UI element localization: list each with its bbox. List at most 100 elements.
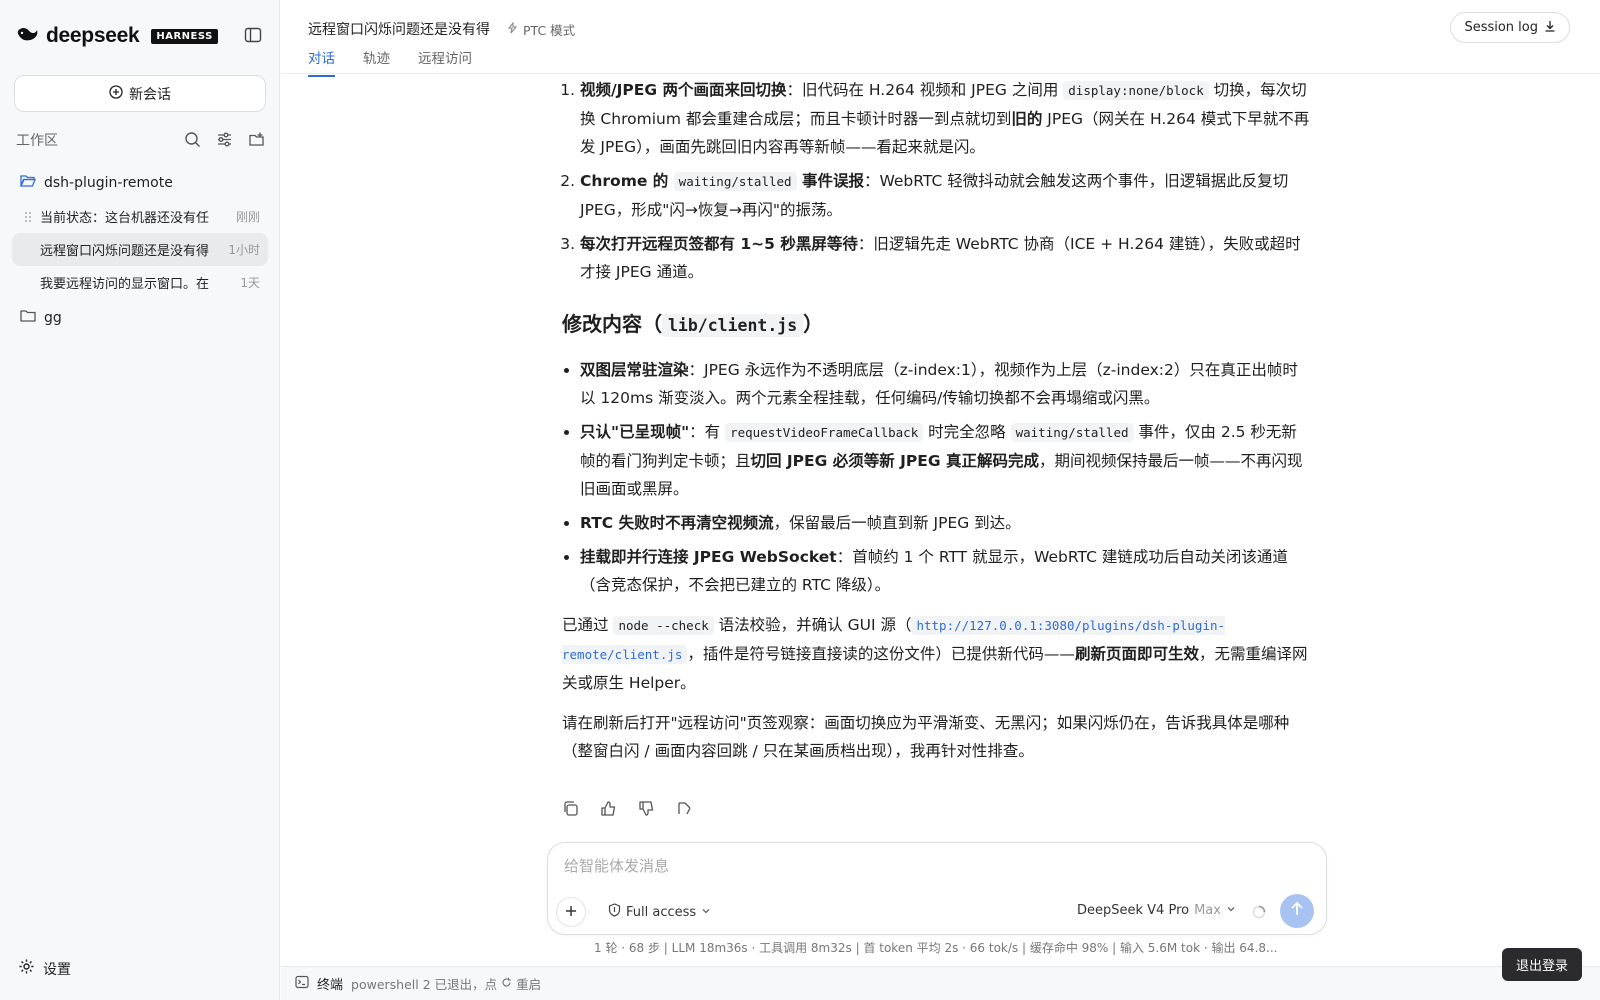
brand-logo[interactable]: deepseek HARNESS: [16, 24, 218, 48]
paragraph: 请在刷新后打开"远程访问"页签观察：画面切换应为平滑渐变、无黑闪；如果闪烁仍在，…: [562, 714, 1290, 760]
terminal-bar: 终端 powershell 2 已退出，点 重启: [281, 966, 1600, 1000]
logout-button[interactable]: 退出登录: [1502, 948, 1583, 981]
terminal-icon[interactable]: [295, 975, 309, 993]
heading-text: ）: [803, 312, 824, 336]
item-bold: 切回 JPEG 必须等新 JPEG 真正解码完成: [750, 452, 1039, 470]
ptc-mode-indicator: PTC 模式: [507, 20, 575, 39]
item-bold: 视频/JPEG 两个画面来回切换: [580, 81, 787, 99]
thumbs-up-icon[interactable]: [600, 800, 618, 818]
inline-code: waiting/stalled: [1010, 423, 1134, 442]
folder-gg[interactable]: gg: [12, 301, 268, 335]
session-log-label: Session log: [1464, 20, 1538, 35]
access-level-dropdown[interactable]: Full access: [608, 903, 711, 921]
chevron-down-icon: [1226, 903, 1236, 918]
item-bold: 只认"已呈现帧": [580, 423, 690, 441]
new-chat-label: 新会话: [129, 86, 171, 103]
terminal-status: powershell 2 已退出，点 重启: [351, 974, 541, 993]
chat-item-active[interactable]: 远程窗口闪烁问题还是没有得 1小时: [12, 233, 268, 266]
shield-icon: [608, 903, 621, 921]
model-selector[interactable]: DeepSeek V4 Pro Max: [1077, 903, 1236, 918]
terminal-label[interactable]: 终端: [317, 974, 343, 993]
copy-icon[interactable]: [562, 800, 580, 818]
chat-title: 远程窗口闪烁问题还是没有得: [40, 244, 210, 259]
paragraph: 已通过 node --check 语法校验，并确认 GUI 源（ http://1…: [562, 611, 1312, 697]
folder-name: gg: [44, 310, 62, 326]
item-bold: Chrome 的: [580, 172, 674, 190]
restart-link[interactable]: 重启: [516, 974, 541, 993]
ptc-mode-label: PTC 模式: [523, 23, 576, 38]
arrow-up-icon: [1290, 901, 1304, 921]
chevron-down-icon: [701, 905, 711, 920]
branch-icon[interactable]: [676, 800, 694, 818]
list-item: 视频/JPEG 两个画面来回切换：旧代码在 H.264 视频和 JPEG 之间用…: [580, 76, 1312, 161]
drag-handle-icon[interactable]: [24, 211, 32, 223]
chat-time: 刚刚: [235, 210, 260, 224]
search-icon[interactable]: [184, 131, 202, 149]
para-text: 已通过: [562, 616, 614, 634]
list-item: 每次打开远程页签都有 1~5 秒黑屏等待：旧逻辑先走 WebRTC 协商（ICE…: [580, 230, 1312, 286]
message-composer: Full access DeepSeek V4 Pro Max: [547, 842, 1327, 935]
para-bold: 刷新页面即可生效: [1074, 645, 1199, 663]
gear-icon: [18, 958, 35, 979]
chat-time: 1小时: [228, 243, 260, 257]
message-actions: [562, 800, 694, 818]
brand-tag: HARNESS: [151, 28, 218, 44]
tab-remote-access[interactable]: 远程访问: [418, 47, 472, 77]
workspace-label: 工作区: [16, 133, 58, 149]
sidebar: deepseek HARNESS 新会话 工作区 dsh-plugin-remo…: [0, 0, 280, 1000]
restart-icon[interactable]: [501, 976, 512, 991]
send-button[interactable]: [1280, 894, 1314, 928]
sidebar-toggle-icon[interactable]: [244, 26, 264, 46]
chat-item[interactable]: 我要远程访问的显示窗口。在 1天: [12, 266, 268, 299]
folder-dsh-plugin-remote[interactable]: dsh-plugin-remote: [12, 166, 268, 200]
list-item: RTC 失败时不再清空视频流，保留最后一帧直到新 JPEG 到达。: [580, 509, 1312, 537]
item-text: ：有: [689, 423, 726, 441]
top-bar: 远程窗口闪烁问题还是没有得 PTC 模式 对话 轨迹 远程访问 Session …: [281, 0, 1600, 77]
workspace-tree: dsh-plugin-remote 当前状态：这台机器还没有任 刚刚 远程窗口闪…: [12, 166, 268, 335]
thumbs-down-icon[interactable]: [638, 800, 656, 818]
inline-code: display:none/block: [1063, 81, 1209, 100]
run-stats: 1 轮 · 68 步 | LLM 18m36s · 工具调用 8m32s | 首…: [594, 941, 1278, 955]
model-label: DeepSeek V4 Pro: [1077, 903, 1190, 918]
list-item: Chrome 的 waiting/stalled 事件误报：WebRTC 轻微抖…: [580, 167, 1312, 224]
para-text: 语法校验，并确认 GUI 源（: [713, 616, 912, 634]
chat-title: 当前状态：这台机器还没有任: [40, 211, 210, 226]
chat-title: 我要远程访问的显示窗口。在: [40, 277, 210, 292]
conversation-title: 远程窗口闪烁问题还是没有得: [308, 22, 490, 38]
item-text: ：JPEG 永远作为不透明底层（z-index:1），视频作为上层（z-inde…: [580, 361, 1298, 407]
section-heading: 修改内容（ lib/client.js）: [562, 308, 1312, 342]
session-log-button[interactable]: Session log: [1450, 12, 1570, 43]
chat-time: 1天: [240, 276, 260, 290]
ptc-mode-icon: [507, 21, 519, 37]
item-bold: 旧的: [1011, 110, 1043, 128]
plus-circle-icon: [109, 84, 123, 103]
plus-icon: [564, 902, 578, 923]
chat-item[interactable]: 当前状态：这台机器还没有任 刚刚: [12, 200, 268, 233]
new-folder-icon[interactable]: [248, 131, 266, 149]
message-input[interactable]: [564, 857, 1284, 875]
loading-spinner-icon: [1252, 905, 1266, 919]
item-text: ，保留最后一帧直到新 JPEG 到达。: [773, 514, 1021, 532]
para-text: ，插件是符号链接直接读的这份文件）已提供新代码——: [687, 645, 1075, 663]
inline-code: waiting/stalled: [673, 172, 797, 191]
item-bold: 双图层常驻渲染: [580, 361, 689, 379]
folder-name: dsh-plugin-remote: [44, 175, 173, 191]
workspace-header: 工作区: [16, 130, 266, 150]
item-bold: RTC 失败时不再清空视频流: [580, 514, 774, 532]
list-item: 挂载即并行连接 JPEG WebSocket：首帧约 1 个 RTT 就显示，W…: [580, 543, 1312, 599]
filter-sliders-icon[interactable]: [216, 131, 234, 149]
folder-icon: [20, 309, 36, 327]
item-bold: 事件误报: [796, 172, 864, 190]
item-bold: 挂载即并行连接 JPEG WebSocket: [580, 548, 837, 566]
heading-text: 修改内容（: [562, 312, 662, 336]
new-chat-button[interactable]: 新会话: [14, 75, 266, 112]
attach-button[interactable]: [556, 897, 586, 927]
list-item: 只认"已呈现帧"：有 requestVideoFrameCallback 时完全…: [580, 418, 1312, 503]
tab-conversation[interactable]: 对话: [308, 47, 335, 77]
settings-button[interactable]: 设置: [18, 958, 71, 979]
model-mode: Max: [1194, 903, 1221, 918]
settings-label: 设置: [43, 961, 71, 978]
terminal-status-text: powershell 2 已退出，点: [351, 977, 498, 992]
tab-trajectory[interactable]: 轨迹: [363, 47, 390, 77]
inline-code: node --check: [613, 616, 714, 635]
